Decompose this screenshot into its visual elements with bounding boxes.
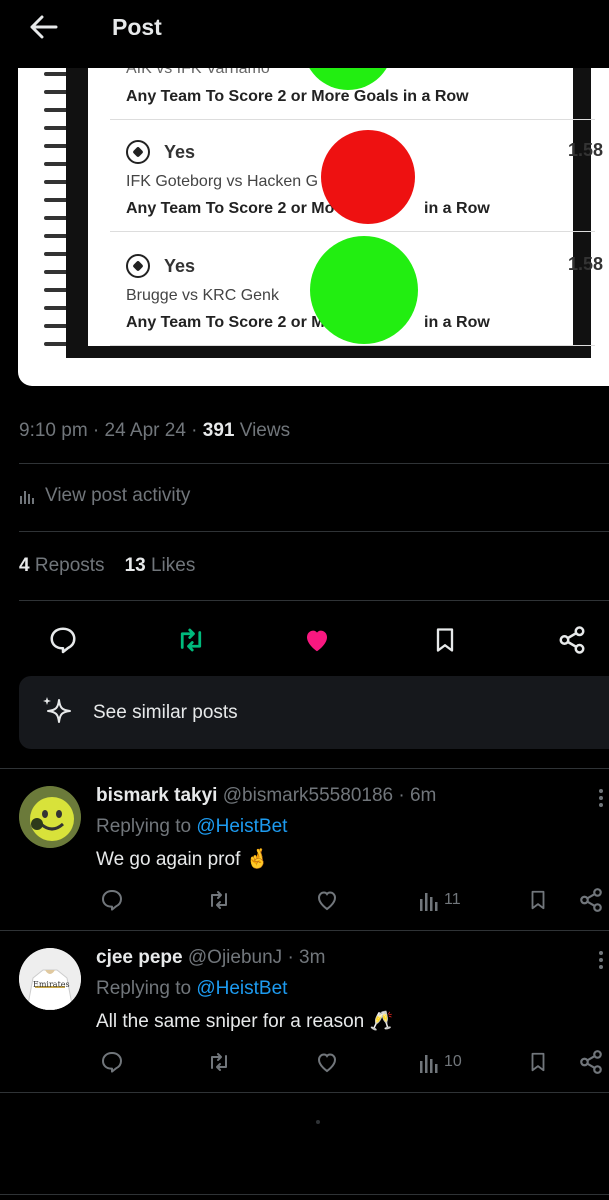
avatar-text: Emirates xyxy=(33,980,70,989)
loss-marker xyxy=(321,130,415,224)
replying-to: Replying to @HeistBet xyxy=(96,978,287,1000)
sparkle-icon xyxy=(43,697,71,723)
analytics-icon xyxy=(20,491,34,504)
divider xyxy=(19,600,609,601)
views-count: 391 xyxy=(202,420,235,441)
reply-text: We go again prof 🤞 xyxy=(96,849,270,870)
reply-header: cjee pepe @OjiebunJ · 3m xyxy=(96,947,325,969)
loading-indicator xyxy=(316,1120,320,1124)
display-name[interactable]: cjee pepe xyxy=(96,947,183,968)
bet-market: Any Team To Score 2 or More Goals in a R… xyxy=(126,88,469,105)
repost-icon[interactable] xyxy=(174,623,208,657)
selection-label: Yes xyxy=(164,255,196,276)
more-options-icon[interactable] xyxy=(598,788,604,808)
selection-label: Yes xyxy=(164,141,196,162)
post-action-bar xyxy=(0,615,609,665)
divider xyxy=(19,463,609,464)
bet-market: Any Team To Score 2 or M in a Row xyxy=(126,314,490,332)
reply-icon[interactable] xyxy=(97,885,127,915)
reposts-count: 4 xyxy=(19,555,30,576)
display-name[interactable]: bismark takyi xyxy=(96,785,217,806)
like-icon[interactable] xyxy=(312,1047,342,1077)
reply-header: bismark takyi @bismark55580186 · 6m xyxy=(96,785,436,807)
views-count: 11 xyxy=(444,891,461,908)
app-header: Post xyxy=(0,0,609,68)
market-head: Any Team To Score 2 or Mo xyxy=(126,200,335,217)
replying-to: Replying to @HeistBet xyxy=(96,816,287,838)
activity-label: View post activity xyxy=(45,485,191,506)
view-activity-link[interactable]: View post activity xyxy=(19,485,190,507)
reposts-label: Reposts xyxy=(34,555,105,576)
bet-match: AIK vs IFK Varnamo xyxy=(126,68,270,77)
repost-icon[interactable] xyxy=(204,885,234,915)
bet-selection: Yes xyxy=(126,254,195,278)
post-timestamp: 9:10 pm · 24 Apr 24 · 391 Views xyxy=(19,420,290,442)
handle-time: @OjiebunJ · 3m xyxy=(187,947,326,968)
reply-icon[interactable] xyxy=(97,1047,127,1077)
replying-prefix: Replying to xyxy=(96,978,197,999)
share-icon[interactable] xyxy=(576,1047,606,1077)
reply-icon[interactable] xyxy=(46,623,80,657)
reply-text: All the same sniper for a reason 🥂 xyxy=(96,1011,394,1032)
views-button[interactable]: 10 xyxy=(418,1047,478,1077)
market-tail: in a Row xyxy=(424,200,490,217)
engagement-stats: 4 Reposts 13 Likes xyxy=(19,555,195,577)
bet-match: Brugge vs KRC Genk xyxy=(126,287,279,304)
see-similar-posts-button[interactable]: See similar posts xyxy=(19,676,609,749)
reply-item[interactable]: bismark takyi @bismark55580186 · 6m Repl… xyxy=(0,768,609,930)
market-tail: in a Row xyxy=(424,314,490,331)
analytics-icon xyxy=(420,1055,438,1073)
avatar[interactable]: Emirates xyxy=(19,948,81,1010)
views-label: Views xyxy=(234,420,291,441)
replying-prefix: Replying to xyxy=(96,816,197,837)
similar-label: See similar posts xyxy=(93,702,238,723)
timestamp-text: 9:10 pm · 24 Apr 24 · xyxy=(19,420,203,441)
repost-icon[interactable] xyxy=(204,1047,234,1077)
likes-link[interactable]: 13 Likes xyxy=(125,555,196,577)
replying-to-link[interactable]: @HeistBet xyxy=(196,816,287,837)
more-options-icon[interactable] xyxy=(598,950,604,970)
likes-count: 13 xyxy=(124,555,146,576)
bookmark-icon[interactable] xyxy=(428,623,462,657)
likes-label: Likes xyxy=(150,555,196,576)
views-count: 10 xyxy=(444,1053,462,1070)
handle-time: @bismark55580186 · 6m xyxy=(222,785,437,806)
analytics-icon xyxy=(420,893,438,911)
page-title: Post xyxy=(112,14,162,40)
share-icon[interactable] xyxy=(576,885,606,915)
avatar[interactable] xyxy=(19,786,81,848)
divider xyxy=(0,1092,609,1093)
like-icon[interactable] xyxy=(300,623,334,657)
like-icon[interactable] xyxy=(312,885,342,915)
views-button[interactable]: 11 xyxy=(418,885,478,915)
bet-odds: 1.58 xyxy=(567,140,603,160)
back-arrow-icon[interactable] xyxy=(28,12,60,42)
market-head: Any Team To Score 2 or M xyxy=(126,314,325,331)
reposts-link[interactable]: 4 Reposts xyxy=(19,555,105,577)
bookmark-icon[interactable] xyxy=(523,1047,553,1077)
bet-match: IFK Goteborg vs Hacken G xyxy=(126,173,319,190)
football-icon xyxy=(126,140,150,164)
post-image[interactable]: AIK vs IFK Varnamo Any Team To Score 2 o… xyxy=(18,68,609,386)
bet-selection: Yes xyxy=(126,140,195,164)
replying-to-link[interactable]: @HeistBet xyxy=(196,978,287,999)
divider xyxy=(19,531,609,532)
bookmark-icon[interactable] xyxy=(523,885,553,915)
win-marker xyxy=(310,236,418,344)
bet-odds: 1.58 xyxy=(567,254,603,274)
bet-market: Any Team To Score 2 or Mo in a Row xyxy=(126,200,490,218)
share-icon[interactable] xyxy=(555,623,589,657)
football-icon xyxy=(126,254,150,278)
reply-item[interactable]: Emirates cjee pepe @OjiebunJ · 3m Replyi… xyxy=(0,930,609,1092)
divider xyxy=(0,1194,609,1195)
